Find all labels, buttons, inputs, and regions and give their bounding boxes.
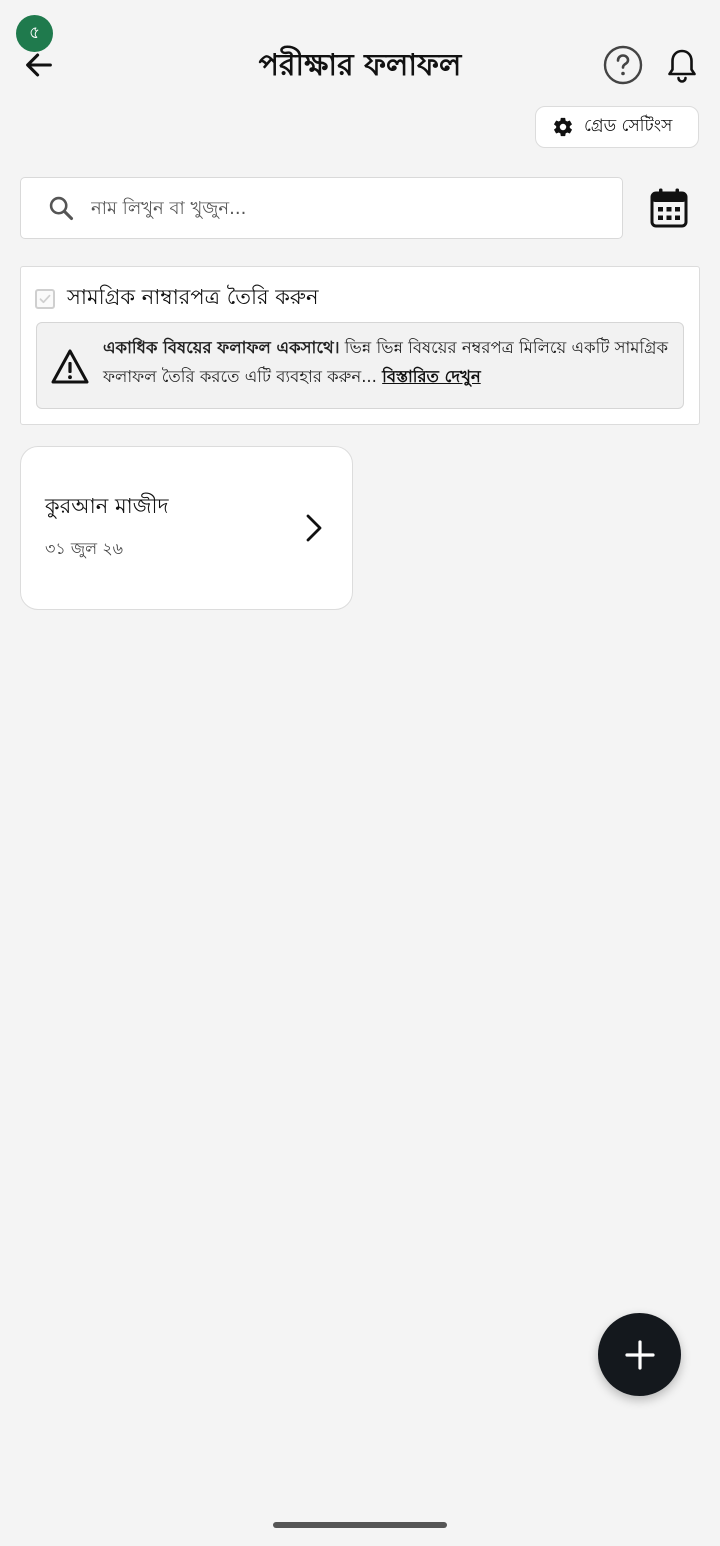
back-button[interactable] bbox=[16, 42, 62, 88]
grade-settings-label: গ্রেড সেটিংস bbox=[584, 116, 673, 136]
info-text: একাধিক বিষয়ের ফলাফল একসাথে। ভিন্ন ভিন্ন… bbox=[103, 333, 673, 391]
subject-date: ৩১ জুল ২৬ bbox=[45, 539, 124, 558]
arrow-left-icon bbox=[26, 53, 52, 77]
warning-triangle-icon bbox=[51, 349, 89, 384]
calendar-button[interactable] bbox=[645, 184, 693, 232]
help-button[interactable] bbox=[603, 45, 643, 85]
combined-result-checkbox[interactable] bbox=[35, 288, 55, 309]
calendar-icon bbox=[650, 188, 688, 228]
combined-result-option[interactable]: সামগ্রিক নাম্বারপত্র তৈরি করুন bbox=[35, 281, 319, 316]
details-link[interactable]: বিস্তারিত দেখুন bbox=[382, 367, 481, 386]
grade-settings-button[interactable]: গ্রেড সেটিংস bbox=[535, 106, 699, 148]
search-icon bbox=[49, 196, 74, 221]
gear-icon bbox=[554, 117, 572, 137]
notifications-button[interactable] bbox=[660, 44, 704, 88]
search-input[interactable] bbox=[89, 196, 573, 220]
plus-icon bbox=[624, 1339, 655, 1370]
home-indicator[interactable] bbox=[273, 1522, 447, 1528]
checkmark-icon bbox=[39, 294, 51, 303]
subject-name: কুরআন মাজীদ bbox=[45, 494, 169, 518]
add-result-button[interactable] bbox=[598, 1313, 681, 1396]
question-circle-icon bbox=[603, 45, 643, 85]
page-title: পরীক্ষার ফলাফল bbox=[258, 48, 462, 83]
chevron-right-icon[interactable] bbox=[300, 512, 328, 544]
bell-icon bbox=[668, 49, 696, 83]
combined-result-label: সামগ্রিক নাম্বারপত্র তৈরি করুন bbox=[67, 285, 319, 309]
info-bold-text: একাধিক বিষয়ের ফলাফল একসাথে। bbox=[103, 338, 340, 357]
search-bar[interactable] bbox=[20, 177, 623, 239]
